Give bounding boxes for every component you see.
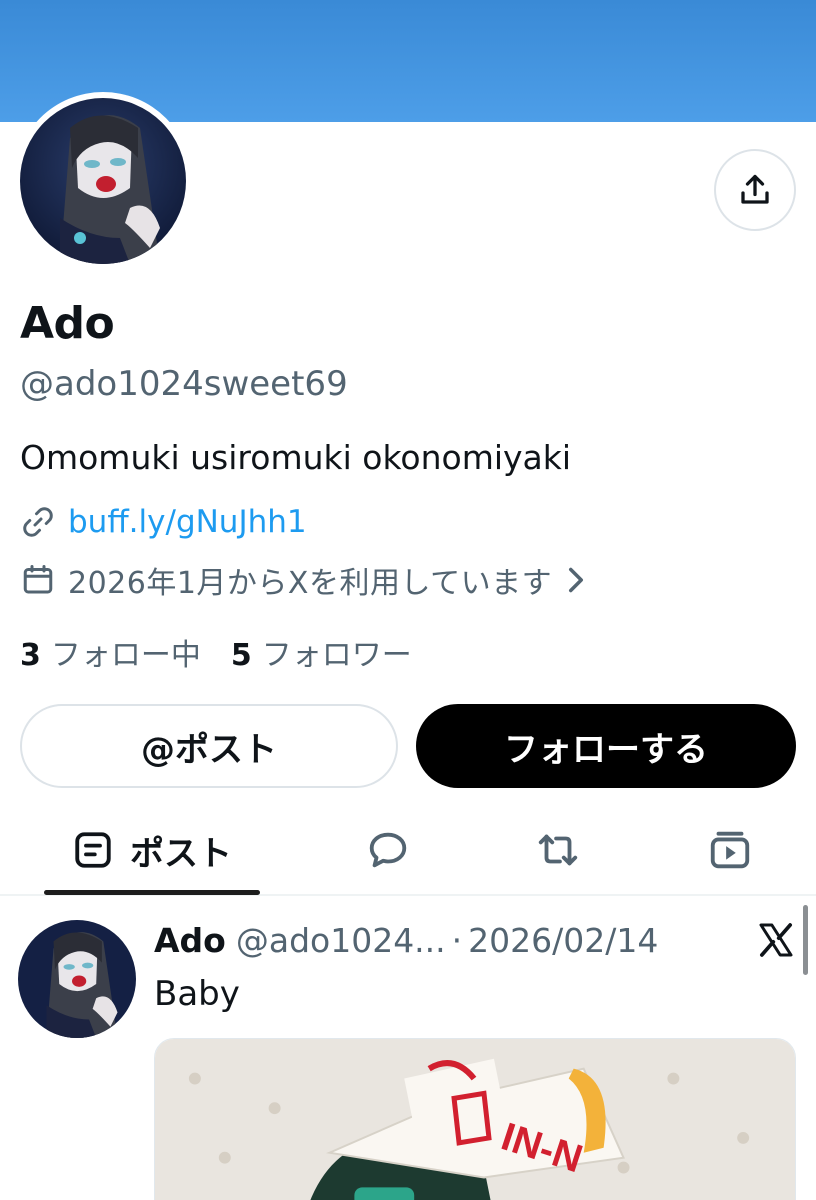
follow-button[interactable]: フォローする <box>416 704 796 788</box>
tab-media[interactable] <box>690 806 770 894</box>
profile-tabs: ポスト <box>0 806 816 896</box>
post-header: Ado @ado1024... · 2026/02/14 <box>154 918 658 962</box>
profile-bio: Omomuki usiromuki okonomiyaki <box>20 438 572 477</box>
tab-reposts[interactable] <box>518 806 598 894</box>
tab-posts[interactable]: ポスト <box>44 806 260 894</box>
video-icon <box>710 831 750 869</box>
post-author-name[interactable]: Ado <box>154 921 226 960</box>
joined-date: 2026年1月からXを利用しています <box>68 566 553 601</box>
post-date[interactable]: 2026/02/14 <box>468 921 658 960</box>
post-item[interactable]: Ado @ado1024... · 2026/02/14 Baby IN-N <box>0 898 816 1200</box>
profile-link[interactable]: buff.ly/gNuJhh1 <box>20 500 307 544</box>
speech-bubble-icon <box>369 832 407 868</box>
repost-icon <box>538 834 578 866</box>
joined-date-row[interactable]: 2026年1月からXを利用しています <box>20 558 586 602</box>
following-stat[interactable]: 3 フォロー中 <box>20 630 201 674</box>
scrollbar[interactable] <box>803 905 808 975</box>
follow-stats: 3 フォロー中 5 フォロワー <box>20 630 412 674</box>
mention-post-button[interactable]: @ポスト <box>20 704 398 788</box>
post-author-handle[interactable]: @ado1024... <box>236 921 446 960</box>
profile-link-text[interactable]: buff.ly/gNuJhh1 <box>68 504 307 540</box>
followers-label: フォロワー <box>261 638 412 673</box>
calendar-icon <box>23 565 53 594</box>
tab-posts-label: ポスト <box>130 833 232 874</box>
tab-replies[interactable] <box>348 806 428 894</box>
x-logo-icon[interactable] <box>756 920 796 960</box>
share-icon <box>741 174 769 204</box>
post-separator: · <box>451 920 463 960</box>
followers-stat[interactable]: 5 フォロワー <box>231 630 412 674</box>
following-count: 3 <box>20 638 41 673</box>
chevron-right-icon <box>569 567 584 593</box>
active-tab-indicator <box>44 890 260 895</box>
following-label: フォロー中 <box>50 638 201 673</box>
avatar-image <box>20 98 186 264</box>
link-icon <box>23 507 53 537</box>
posts-tab-icon <box>75 832 111 868</box>
profile-avatar[interactable] <box>14 92 192 270</box>
post-avatar[interactable] <box>18 920 136 1038</box>
post-media-image[interactable]: IN-N <box>154 1038 796 1200</box>
post-text: Baby <box>154 974 240 1014</box>
profile-handle: @ado1024sweet69 <box>20 364 348 404</box>
share-button[interactable] <box>714 149 796 231</box>
followers-count: 5 <box>230 638 252 673</box>
profile-name: Ado <box>20 298 115 349</box>
